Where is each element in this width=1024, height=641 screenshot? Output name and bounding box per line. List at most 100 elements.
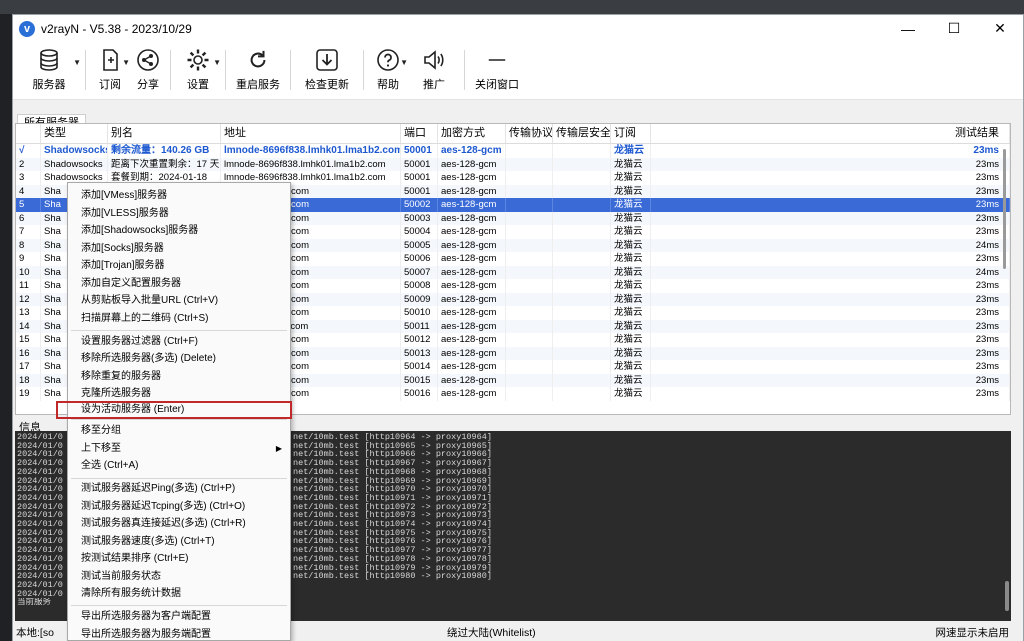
menu-add-shadowsocks[interactable]: 添加[Shadowsocks]服务器 <box>68 222 290 240</box>
menu-add-vmess[interactable]: 添加[VMess]服务器 <box>68 187 290 205</box>
menu-test-real-delay[interactable]: 测试服务器真连接延迟(多选) (Ctrl+R) <box>68 515 290 533</box>
check-update-button[interactable]: 检查更新 <box>295 42 359 100</box>
row-transport <box>506 373 553 387</box>
log-line-prefix: 2024/01/0 <box>17 476 63 486</box>
menu-select-all[interactable]: 全选 (Ctrl+A) <box>68 457 290 475</box>
menu-item-label: 添加[VMess]服务器 <box>81 190 168 201</box>
menu-item-label: 设为活动服务器 (Enter) <box>81 404 185 415</box>
row-port: 50011 <box>401 319 438 333</box>
table-row-active[interactable]: √ Shadowsocks 剩余流量：140.26 GB lmnode-8696f83… <box>16 144 1010 158</box>
server-list-scrollbar[interactable] <box>1001 145 1009 413</box>
share-button[interactable]: 分享 <box>130 42 166 100</box>
row-alias: 距离下次重置剩余：17 天 <box>108 157 221 171</box>
row-transport <box>506 198 553 212</box>
column-header-encryption[interactable]: 加密方式 <box>438 124 506 143</box>
table-row[interactable]: 2 Shadowsocks 距离下次重置剩余：17 天 lmnode-8696f838… <box>16 157 1010 171</box>
row-test-result: 24ms <box>651 265 1010 279</box>
log-line-prefix: 2024/01/0 <box>17 554 63 564</box>
help-button[interactable]: 帮助 ▼ <box>368 42 408 100</box>
menu-test-current-service[interactable]: 测试当前服务状态 <box>68 568 290 586</box>
menu-move-up-down[interactable]: 上下移至 ▶ <box>68 440 290 458</box>
menu-clone-server[interactable]: 克隆所选服务器 <box>68 385 290 403</box>
menu-add-custom-config[interactable]: 添加自定义配置服务器 <box>68 275 290 293</box>
subscribe-button[interactable]: 订阅 ▼ <box>90 42 130 100</box>
promote-button[interactable]: 推广 <box>408 42 460 100</box>
column-header-transport[interactable]: 传输协议 <box>506 124 553 143</box>
row-subscription: 龙猫云 <box>611 292 651 306</box>
menu-test-ping[interactable]: 测试服务器延迟Ping(多选) (Ctrl+P) <box>68 480 290 498</box>
row-tls <box>553 211 611 225</box>
row-subscription: 龙猫云 <box>611 333 651 347</box>
row-index: 19 <box>16 387 41 401</box>
column-header-address[interactable]: 地址 <box>221 124 401 143</box>
title-bar[interactable]: v v2rayN - V5.38 - 2023/10/29 — ☐ ✕ <box>13 15 1023 42</box>
row-tls <box>553 238 611 252</box>
row-index: 13 <box>16 306 41 320</box>
menu-add-socks[interactable]: 添加[Socks]服务器 <box>68 240 290 258</box>
settings-button[interactable]: 设置 ▼ <box>175 42 221 100</box>
database-icon <box>34 46 64 74</box>
servers-caret-icon[interactable]: ▼ <box>73 58 81 67</box>
menu-export-server-config[interactable]: 导出所选服务器为服务端配置 <box>68 626 290 641</box>
column-header-subscription[interactable]: 订阅 <box>611 124 651 143</box>
menu-remove-duplicates[interactable]: 移除重复的服务器 <box>68 368 290 386</box>
row-port: 50008 <box>401 279 438 293</box>
maximize-button[interactable]: ☐ <box>931 15 977 42</box>
menu-add-vless[interactable]: 添加[VLESS]服务器 <box>68 205 290 223</box>
minimize-button[interactable]: — <box>885 15 931 42</box>
toolbar: 服务器 ▼ 订阅 ▼ 分享 设置 ▼ 重启服务 检查更新 帮助 ▼ 推广 关闭窗… <box>13 42 1023 100</box>
close-window-button[interactable]: 关闭窗口 <box>469 42 525 100</box>
log-line-prefix: 2024/01/0 <box>17 441 63 451</box>
restart-service-button[interactable]: 重启服务 <box>230 42 286 100</box>
row-tls <box>553 292 611 306</box>
column-header-port[interactable]: 端口 <box>401 124 438 143</box>
menu-add-trojan[interactable]: 添加[Trojan]服务器 <box>68 257 290 275</box>
menu-separator <box>71 329 287 331</box>
row-encryption: aes-128-gcm <box>438 225 506 239</box>
menu-export-client-config[interactable]: 导出所选服务器为客户端配置 <box>68 608 290 626</box>
menu-clear-stats[interactable]: 清除所有服务统计数据 <box>68 585 290 603</box>
toolbar-separator <box>363 50 364 90</box>
menu-item-label: 全选 (Ctrl+A) <box>81 460 139 471</box>
menu-item-label: 移除所选服务器(多选) (Delete) <box>81 353 217 364</box>
row-transport <box>506 252 553 266</box>
row-transport <box>506 387 553 401</box>
subscribe-caret-icon[interactable]: ▼ <box>122 58 130 67</box>
row-index: 15 <box>16 333 41 347</box>
column-header-test-result[interactable]: 测试结果 <box>651 124 1010 143</box>
row-port: 50002 <box>401 198 438 212</box>
menu-move-to-group[interactable]: 移至分组 <box>68 422 290 440</box>
desktop-left-edge <box>0 14 12 641</box>
row-encryption: aes-128-gcm <box>438 346 506 360</box>
menu-item-label: 按测试结果排序 (Ctrl+E) <box>81 553 189 564</box>
servers-button[interactable]: 服务器 ▼ <box>17 42 81 100</box>
column-header-type[interactable]: 类型 <box>41 124 108 143</box>
row-test-result: 23ms <box>651 387 1010 401</box>
menu-scan-qrcode[interactable]: 扫描屏幕上的二维码 (Ctrl+S) <box>68 310 290 328</box>
menu-sort-by-result[interactable]: 按测试结果排序 (Ctrl+E) <box>68 550 290 568</box>
row-transport <box>506 319 553 333</box>
log-line-prefix: 2024/01/0 <box>17 537 63 547</box>
subscribe-label: 订阅 <box>99 79 121 91</box>
row-subscription: 龙猫云 <box>611 157 651 171</box>
menu-import-clipboard[interactable]: 从剪贴板导入批量URL (Ctrl+V) <box>68 292 290 310</box>
row-encryption: aes-128-gcm <box>438 252 506 266</box>
column-header-alias[interactable]: 别名 <box>108 124 221 143</box>
row-tls <box>553 319 611 333</box>
menu-test-speed[interactable]: 测试服务器速度(多选) (Ctrl+T) <box>68 533 290 551</box>
routing-mode-status[interactable]: 绕过大陆(Whitelist) <box>447 625 536 640</box>
scrollbar-thumb[interactable] <box>1003 149 1006 269</box>
row-encryption: aes-128-gcm <box>438 279 506 293</box>
close-button[interactable]: ✕ <box>977 15 1023 42</box>
menu-set-active-server[interactable]: 设为活动服务器 (Enter) <box>56 401 292 419</box>
help-caret-icon[interactable]: ▼ <box>400 58 408 67</box>
share-label: 分享 <box>137 79 159 91</box>
settings-caret-icon[interactable]: ▼ <box>213 58 221 67</box>
menu-remove-selected[interactable]: 移除所选服务器(多选) (Delete) <box>68 350 290 368</box>
row-index: 3 <box>16 171 41 185</box>
column-header-tls[interactable]: 传输层安全 <box>553 124 611 143</box>
menu-test-tcping[interactable]: 测试服务器延迟Tcping(多选) (Ctrl+O) <box>68 498 290 516</box>
window-controls: — ☐ ✕ <box>885 15 1023 42</box>
desktop-strip <box>0 0 1024 14</box>
menu-set-filter[interactable]: 设置服务器过滤器 (Ctrl+F) <box>68 333 290 351</box>
